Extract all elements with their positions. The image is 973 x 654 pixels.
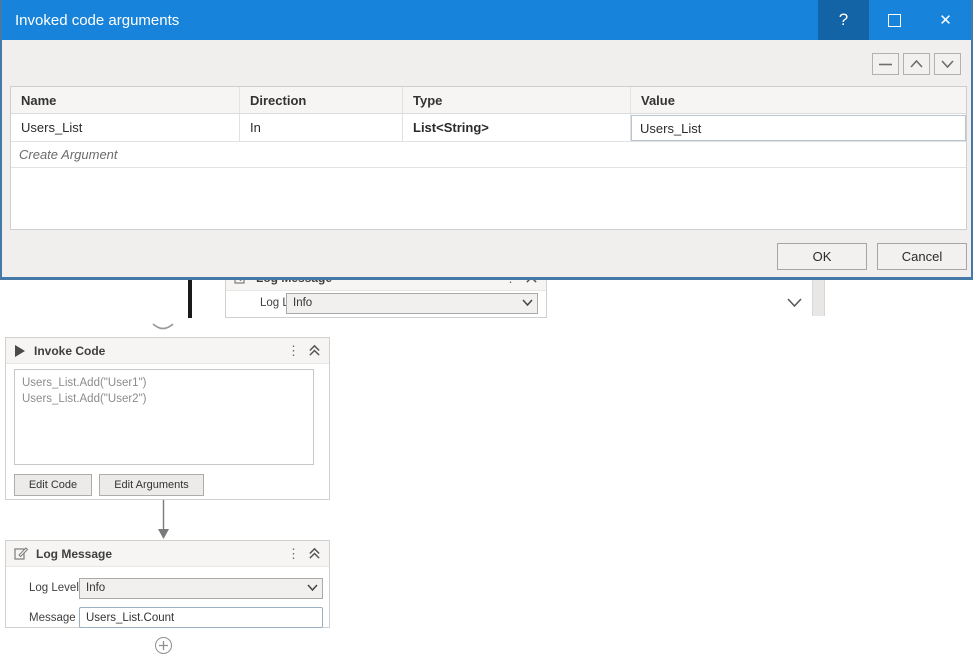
- maximize-button[interactable]: [869, 0, 920, 40]
- argument-direction-cell[interactable]: In: [240, 114, 403, 141]
- column-header-name: Name: [11, 87, 240, 113]
- code-line: Users_List.Add("User2"): [22, 391, 306, 407]
- edit-arguments-button[interactable]: Edit Arguments: [99, 474, 204, 496]
- argument-type-cell[interactable]: List<String>: [403, 114, 631, 141]
- chevron-up-icon: [910, 60, 923, 68]
- invoked-code-arguments-dialog: Invoked code arguments ? ✕ Name Directio…: [0, 0, 973, 280]
- log-level-dropdown[interactable]: Info: [79, 578, 323, 599]
- log-level-value: Info: [86, 582, 105, 594]
- remove-argument-button[interactable]: [872, 53, 899, 75]
- log-level-dropdown[interactable]: Info: [286, 293, 538, 314]
- scrollbar[interactable]: [812, 280, 825, 316]
- expand-chevron-icon[interactable]: [786, 297, 803, 308]
- kebab-menu-icon[interactable]: ⋮: [287, 344, 300, 357]
- column-header-direction: Direction: [240, 87, 403, 113]
- cancel-button[interactable]: Cancel: [877, 243, 967, 270]
- log-message-header[interactable]: Log Message ⋮: [6, 541, 329, 567]
- add-activity-button[interactable]: [155, 637, 172, 654]
- maximize-icon: [888, 14, 901, 27]
- create-argument-row[interactable]: Create Argument: [11, 142, 966, 168]
- arguments-table: Name Direction Type Value Users_List In …: [10, 86, 967, 230]
- code-preview-box[interactable]: Users_List.Add("User1")Users_List.Add("U…: [14, 369, 314, 465]
- app-window: Log Message ⋮ Log Level Info: [0, 0, 973, 654]
- chevron-down-icon: [307, 584, 318, 592]
- table-header-row: Name Direction Type Value: [11, 87, 966, 114]
- dialog-titlebar[interactable]: Invoked code arguments ? ✕: [2, 0, 971, 40]
- edit-code-button[interactable]: Edit Code: [14, 474, 92, 496]
- invoke-code-activity[interactable]: Invoke Code ⋮ Users_List.Add("User1")Use…: [5, 337, 330, 500]
- sequence-connector-line: [188, 280, 192, 318]
- chevron-down-icon: [941, 60, 954, 68]
- flow-arrow-connector: [155, 500, 172, 540]
- sequence-collapse-chevron-icon[interactable]: [150, 322, 176, 333]
- kebab-menu-icon[interactable]: ⋮: [287, 547, 300, 560]
- code-line: Users_List.Add("User1"): [22, 375, 306, 391]
- column-header-type: Type: [403, 87, 631, 113]
- log-level-label: Log Level: [29, 582, 79, 594]
- chevron-down-icon: [522, 299, 533, 307]
- move-down-button[interactable]: [934, 53, 961, 75]
- message-label: Message: [29, 612, 76, 624]
- table-row[interactable]: Users_List In List<String>: [11, 114, 966, 142]
- activity-title: Invoke Code: [34, 344, 105, 358]
- log-level-value: Info: [293, 297, 312, 309]
- ok-button[interactable]: OK: [777, 243, 867, 270]
- collapse-double-chevron-icon[interactable]: [308, 547, 321, 560]
- play-icon: [14, 344, 26, 358]
- minus-icon: [879, 63, 892, 66]
- collapse-double-chevron-icon[interactable]: [308, 344, 321, 357]
- column-header-value: Value: [631, 87, 966, 113]
- activity-title: Log Message: [36, 547, 112, 561]
- invoke-code-header[interactable]: Invoke Code ⋮: [6, 338, 329, 364]
- log-message-activity[interactable]: Log Message ⋮ Log Level Info Message: [5, 540, 330, 628]
- argument-value-input[interactable]: [631, 115, 966, 141]
- argument-name-cell[interactable]: Users_List: [11, 114, 240, 141]
- help-button[interactable]: ?: [818, 0, 869, 40]
- dialog-title: Invoked code arguments: [2, 12, 818, 29]
- message-input[interactable]: [79, 607, 323, 628]
- move-up-button[interactable]: [903, 53, 930, 75]
- note-pencil-icon: [14, 547, 28, 561]
- close-button[interactable]: ✕: [920, 0, 971, 40]
- argument-value-cell: [631, 114, 966, 141]
